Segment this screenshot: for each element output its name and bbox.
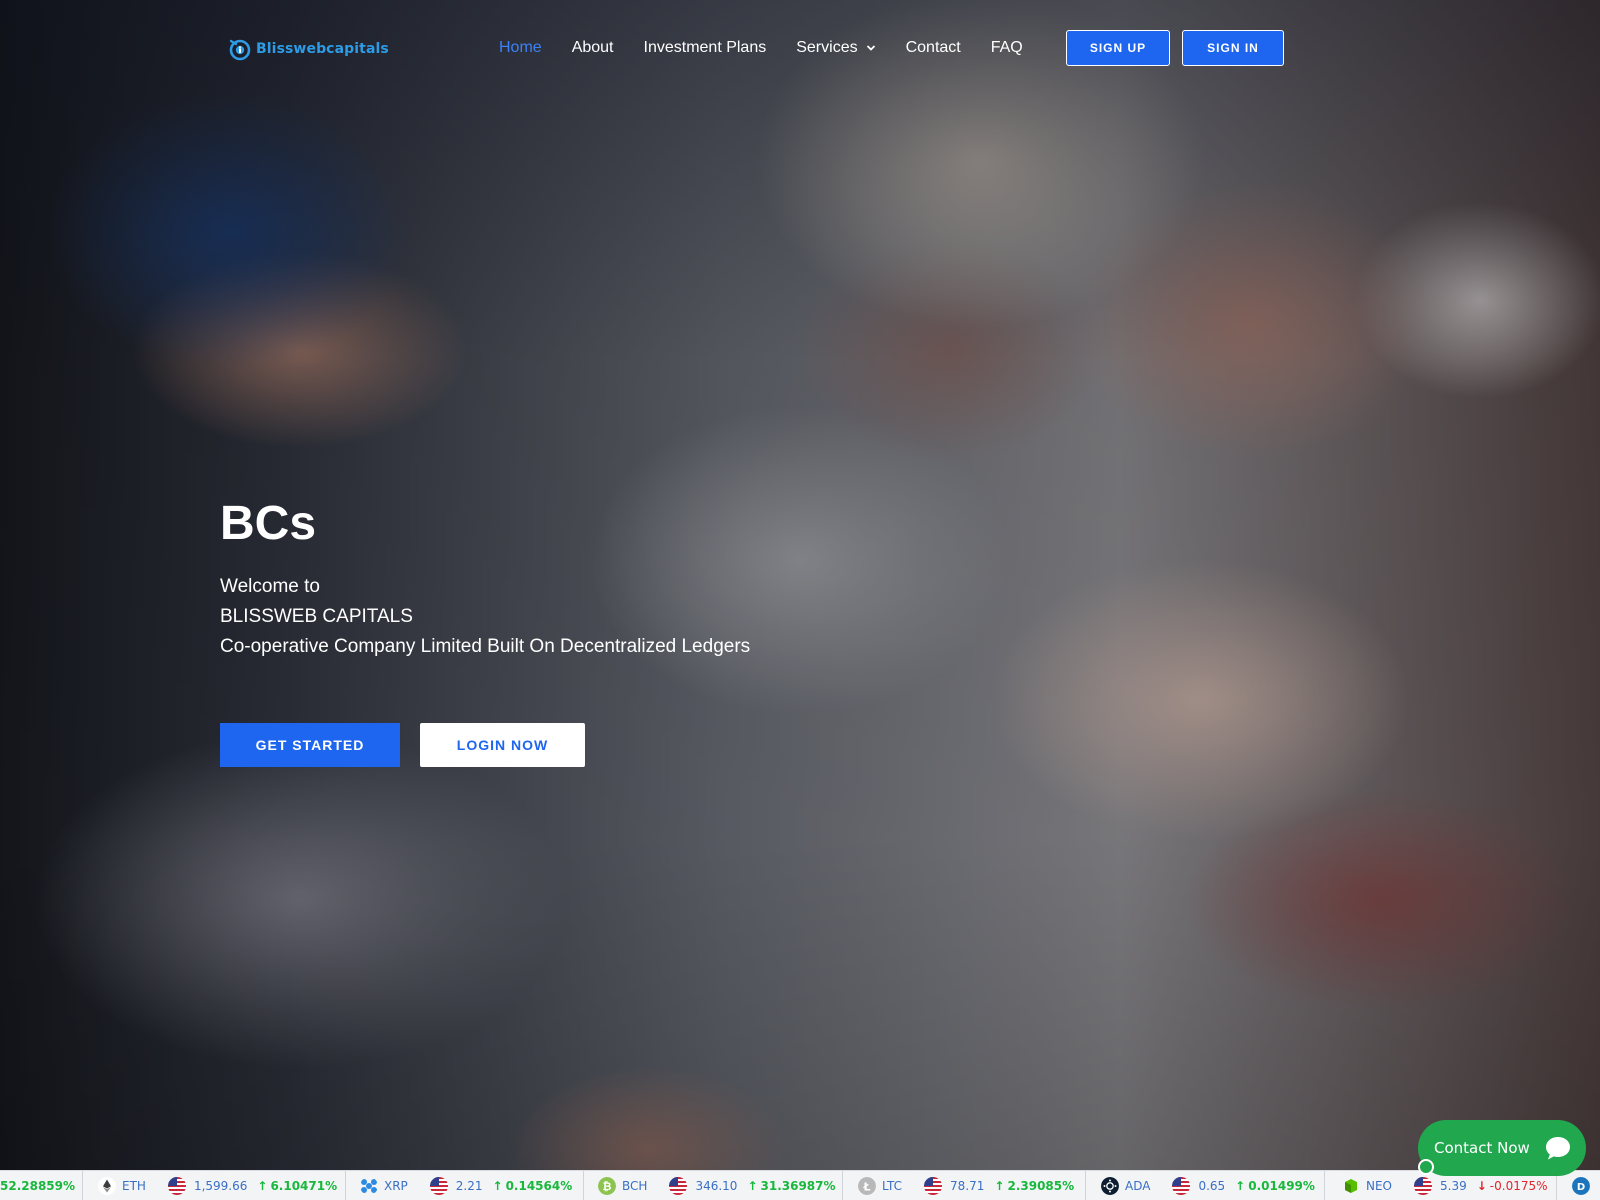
contact-now-widget[interactable]: Contact Now bbox=[1418, 1120, 1586, 1176]
arrow-down-icon: ↓ bbox=[1476, 1179, 1487, 1193]
sign-in-button[interactable]: SIGN IN bbox=[1182, 30, 1284, 66]
ticker-price: 346.10 bbox=[695, 1179, 738, 1193]
svg-text:D: D bbox=[1577, 1182, 1585, 1193]
hero-company-name: BLISSWEB CAPITALS bbox=[220, 606, 413, 627]
brand-logo[interactable]: Blisswebcapitals bbox=[228, 36, 389, 62]
ticker-price: 5.39 bbox=[1440, 1179, 1467, 1193]
ticker-divider bbox=[345, 1171, 346, 1200]
chat-icon[interactable] bbox=[1536, 1126, 1580, 1170]
arrow-up-icon: ↑ bbox=[1235, 1179, 1246, 1193]
ticker-item-xrp[interactable]: XRP 2.21 ↑ 0.14564% bbox=[360, 1171, 572, 1200]
ticker-price: 0.65 bbox=[1198, 1179, 1226, 1193]
nav-home[interactable]: Home bbox=[499, 39, 542, 57]
ticker-divider bbox=[583, 1171, 584, 1200]
hero-welcome: Welcome to bbox=[220, 576, 320, 597]
nav-about[interactable]: About bbox=[572, 39, 614, 57]
nav-services[interactable]: Services bbox=[796, 39, 875, 57]
hero-tagline: Co-operative Company Limited Built On De… bbox=[220, 636, 751, 657]
ltc-icon: Ł bbox=[858, 1177, 876, 1195]
us-flag-icon bbox=[1172, 1177, 1191, 1195]
ticker-change: 31.36987% bbox=[760, 1179, 836, 1193]
main-nav: Home About Investment Plans Services Con… bbox=[499, 36, 1053, 60]
ticker-price: 1,599.66 bbox=[193, 1179, 248, 1193]
chevron-down-icon bbox=[866, 45, 875, 51]
svg-text:₿: ₿ bbox=[603, 1180, 612, 1193]
ticker-item-partial-end: D bbox=[1572, 1171, 1596, 1200]
nav-services-label: Services bbox=[796, 39, 858, 56]
ticker-symbol: NEO bbox=[1366, 1179, 1393, 1193]
contact-now-label: Contact Now bbox=[1434, 1139, 1530, 1157]
hero-title: BCs bbox=[220, 497, 317, 550]
ticker-item-partial: 52.28859% bbox=[0, 1171, 75, 1200]
brand-name: Blisswebcapitals bbox=[256, 41, 389, 57]
svg-text:Ł: Ł bbox=[862, 1181, 870, 1194]
us-flag-icon bbox=[167, 1177, 186, 1195]
chat-bubble-icon bbox=[1546, 1137, 1570, 1160]
sign-up-button[interactable]: SIGN UP bbox=[1066, 30, 1170, 66]
arrow-up-icon: ↑ bbox=[747, 1179, 758, 1193]
dash-icon: D bbox=[1572, 1177, 1590, 1195]
ticker-symbol: ETH bbox=[122, 1179, 146, 1193]
ticker-change: 0.14564% bbox=[505, 1179, 573, 1193]
online-status-dot bbox=[1418, 1159, 1434, 1175]
ticker-symbol: LTC bbox=[882, 1179, 903, 1193]
ticker-change: -0.0175% bbox=[1489, 1179, 1548, 1193]
nav-investment-plans[interactable]: Investment Plans bbox=[644, 39, 767, 57]
hero-overlay bbox=[0, 0, 1600, 1200]
xrp-icon bbox=[361, 1179, 377, 1193]
arrow-up-icon: ↑ bbox=[994, 1179, 1005, 1193]
site-header: Blisswebcapitals Home About Investment P… bbox=[0, 0, 1600, 96]
ticker-divider bbox=[82, 1171, 83, 1200]
ticker-item-bch[interactable]: ₿ BCH 346.10 ↑ 31.36987% bbox=[598, 1171, 836, 1200]
eth-icon bbox=[98, 1177, 116, 1195]
login-now-button[interactable]: LOGIN NOW bbox=[420, 723, 585, 767]
get-started-button[interactable]: GET STARTED bbox=[220, 723, 400, 767]
ticker-item-eth[interactable]: ETH 1,599.66 ↑ 6.10471% bbox=[98, 1171, 337, 1200]
ticker-change: 6.10471% bbox=[270, 1179, 338, 1193]
nav-contact[interactable]: Contact bbox=[906, 39, 961, 57]
ticker-item-ltc[interactable]: Ł LTC 78.71 ↑ 2.39085% bbox=[858, 1171, 1074, 1200]
neo-icon bbox=[1345, 1179, 1357, 1193]
ticker-symbol: ADA bbox=[1125, 1179, 1151, 1193]
ticker-symbol: BCH bbox=[622, 1179, 648, 1193]
ticker-change: 52.28859% bbox=[0, 1179, 76, 1193]
crypto-price-ticker[interactable]: 52.28859% ETH 1,599.66 ↑ 6.10471% XRP 2.… bbox=[0, 1170, 1600, 1200]
ticker-price: 2.21 bbox=[455, 1179, 483, 1193]
nav-faq[interactable]: FAQ bbox=[991, 39, 1023, 57]
bch-icon: ₿ bbox=[598, 1177, 616, 1195]
us-flag-icon bbox=[1414, 1177, 1433, 1195]
ticker-item-ada[interactable]: ADA 0.65 ↑ 0.01499% bbox=[1101, 1171, 1315, 1200]
us-flag-icon bbox=[669, 1177, 688, 1195]
ticker-divider bbox=[1324, 1171, 1325, 1200]
arrow-up-icon: ↑ bbox=[492, 1179, 503, 1193]
ticker-change: 2.39085% bbox=[1007, 1179, 1075, 1193]
us-flag-icon bbox=[429, 1177, 448, 1195]
ticker-divider bbox=[842, 1171, 843, 1200]
ada-icon bbox=[1101, 1177, 1119, 1195]
ticker-price: 78.71 bbox=[950, 1179, 985, 1193]
us-flag-icon bbox=[924, 1177, 943, 1195]
ticker-symbol: XRP bbox=[384, 1179, 408, 1193]
ticker-divider bbox=[1085, 1171, 1086, 1200]
arrow-up-icon: ↑ bbox=[257, 1179, 268, 1193]
logo-icon bbox=[229, 39, 251, 61]
ticker-change: 0.01499% bbox=[1248, 1179, 1315, 1193]
